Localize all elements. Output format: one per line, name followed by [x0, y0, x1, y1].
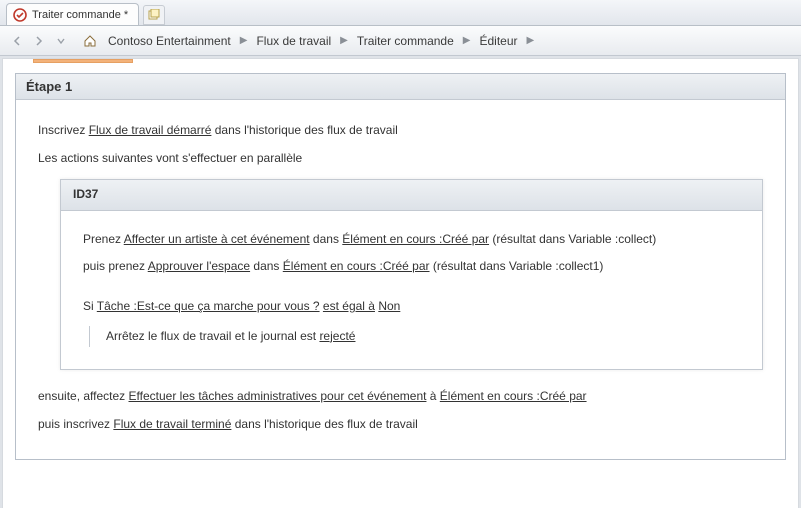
- parallel-header[interactable]: ID37: [61, 180, 762, 211]
- workflow-icon: [13, 8, 27, 22]
- chevron-right-icon: ▶: [460, 35, 474, 46]
- tab-active[interactable]: Traiter commande *: [6, 3, 139, 25]
- text: dans: [250, 259, 283, 273]
- action-line[interactable]: ensuite, affectez Effectuer les tâches a…: [38, 386, 763, 408]
- new-tab-icon: [148, 9, 160, 21]
- condition-link[interactable]: Tâche :Est-ce que ça marche pour vous ?: [97, 299, 320, 313]
- condition-link[interactable]: est égal à: [323, 299, 375, 313]
- nav-dropdown-button[interactable]: [52, 32, 70, 50]
- text: Si: [83, 299, 97, 313]
- text: puis prenez: [83, 259, 148, 273]
- action-line[interactable]: puis prenez Approuver l'espace dans Élém…: [83, 256, 740, 278]
- nav-back-button[interactable]: [8, 32, 26, 50]
- text: Arrêtez le flux de travail et le journal…: [106, 329, 319, 343]
- action-link[interactable]: Élément en cours :Créé par: [440, 389, 587, 403]
- chevron-right-icon: ▶: [237, 35, 251, 46]
- text: (résultat dans Variable :collect): [489, 232, 656, 246]
- text: Prenez: [83, 232, 124, 246]
- chevron-right-icon: ▶: [524, 35, 538, 46]
- text: dans l'historique des flux de travail: [211, 123, 397, 137]
- breadcrumb-bar: Contoso Entertainment ▶ Flux de travail …: [0, 26, 801, 56]
- text: dans: [310, 232, 343, 246]
- text: ensuite, affectez: [38, 389, 129, 403]
- condition-line[interactable]: Si Tâche :Est-ce que ça marche pour vous…: [83, 296, 740, 318]
- new-tab-button[interactable]: [143, 5, 165, 25]
- action-link[interactable]: rejecté: [319, 329, 355, 343]
- text: puis inscrivez: [38, 417, 113, 431]
- step-body: Inscrivez Flux de travail démarré dans l…: [16, 100, 785, 459]
- tab-strip: Traiter commande *: [0, 0, 801, 26]
- action-link[interactable]: Flux de travail terminé: [113, 417, 231, 431]
- action-link[interactable]: Flux de travail démarré: [89, 123, 212, 137]
- breadcrumb-item[interactable]: Traiter commande: [355, 34, 456, 48]
- tab-title: Traiter commande *: [32, 9, 128, 21]
- breadcrumb-item[interactable]: Flux de travail: [254, 34, 333, 48]
- parallel-block: ID37 Prenez Affecter un artiste à cet év…: [60, 179, 763, 370]
- step-header[interactable]: Étape 1: [16, 74, 785, 100]
- action-link[interactable]: Élément en cours :Créé par: [342, 232, 489, 246]
- action-link[interactable]: Élément en cours :Créé par: [283, 259, 430, 273]
- action-line[interactable]: puis inscrivez Flux de travail terminé d…: [38, 414, 763, 436]
- nav-forward-button[interactable]: [30, 32, 48, 50]
- chevron-right-icon: ▶: [337, 35, 351, 46]
- parallel-intro: Les actions suivantes vont s'effectuer e…: [38, 148, 763, 170]
- breadcrumb-item[interactable]: Éditeur: [477, 34, 519, 48]
- condition-link[interactable]: Non: [378, 299, 400, 313]
- home-icon[interactable]: [82, 33, 98, 49]
- condition-body: Arrêtez le flux de travail et le journal…: [89, 326, 740, 348]
- action-line[interactable]: Prenez Affecter un artiste à cet événeme…: [83, 229, 740, 251]
- breadcrumb-item[interactable]: Contoso Entertainment: [106, 34, 233, 48]
- text: Inscrivez: [38, 123, 89, 137]
- action-line[interactable]: Arrêtez le flux de travail et le journal…: [106, 326, 740, 348]
- editor-canvas: Étape 1 Inscrivez Flux de travail démarr…: [2, 58, 799, 508]
- parallel-body: Prenez Affecter un artiste à cet événeme…: [61, 211, 762, 369]
- left-arrow-icon: [11, 35, 23, 47]
- text: dans l'historique des flux de travail: [231, 417, 417, 431]
- text: (résultat dans Variable :collect1): [430, 259, 604, 273]
- action-link[interactable]: Effectuer les tâches administratives pou…: [129, 389, 427, 403]
- action-link[interactable]: Affecter un artiste à cet événement: [124, 232, 310, 246]
- insertion-marker[interactable]: [33, 59, 133, 63]
- action-line[interactable]: Inscrivez Flux de travail démarré dans l…: [38, 120, 763, 142]
- chevron-down-icon: [56, 36, 66, 46]
- text: à: [426, 389, 439, 403]
- action-link[interactable]: Approuver l'espace: [148, 259, 250, 273]
- step-container: Étape 1 Inscrivez Flux de travail démarr…: [15, 73, 786, 460]
- right-arrow-icon: [33, 35, 45, 47]
